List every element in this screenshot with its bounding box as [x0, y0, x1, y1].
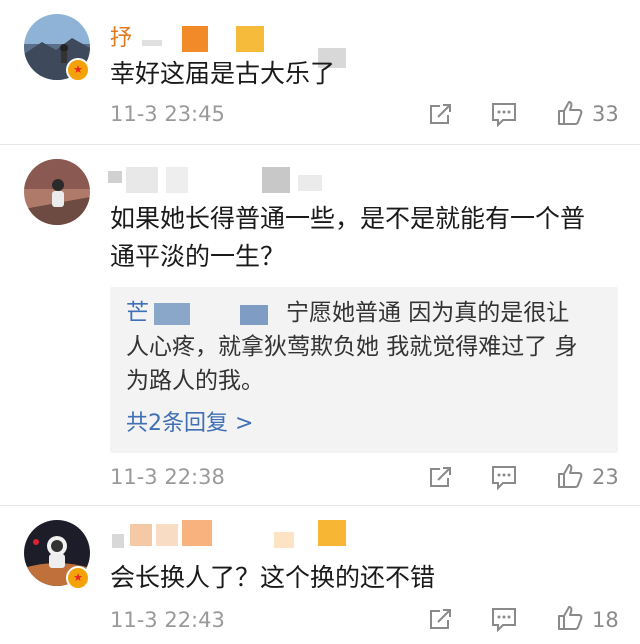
- username-mosaic: [156, 524, 178, 546]
- username-mosaic: [112, 534, 124, 548]
- username-mosaic: [298, 175, 322, 191]
- share-icon[interactable]: [428, 101, 454, 127]
- avatar-image: [24, 159, 90, 225]
- comment-time: 11-3 23:45: [110, 102, 225, 126]
- share-icon[interactable]: [428, 464, 454, 490]
- comment-icon[interactable]: [490, 606, 518, 632]
- reply-text-line-3: 为路人的我。: [126, 368, 264, 394]
- like-count: 23: [592, 465, 619, 489]
- thumbs-up-icon[interactable]: [556, 604, 584, 632]
- username-mosaic: [262, 167, 290, 193]
- view-replies-link[interactable]: 共2条回复 >: [126, 405, 253, 437]
- share-icon[interactable]: [428, 606, 454, 632]
- username-mosaic: [126, 167, 158, 193]
- reply-username-mosaic: [240, 305, 268, 325]
- verified-badge-icon: ★: [66, 566, 90, 590]
- like-count: 33: [592, 102, 619, 126]
- comment-3: ★ 会长换人了？这个换的还不错 11-3 22:43 18: [0, 506, 640, 644]
- username-mosaic: [274, 532, 294, 548]
- verified-badge-icon: ★: [66, 58, 90, 82]
- comment-1: ★ 抒 幸好这届是古大乐了 11-3 23:45 33: [0, 0, 640, 145]
- comment-icon[interactable]: [490, 464, 518, 490]
- comment-2: 如果她长得普通一些，是不是就能有一个普 通平淡的一生？ 芒 宁愿她普通 因为真的…: [0, 145, 640, 505]
- reply-username-mosaic: [154, 303, 190, 325]
- username[interactable]: 抒: [110, 20, 132, 52]
- comment-text: 幸好这届是古大乐了: [110, 59, 336, 88]
- username-mosaic: [182, 26, 208, 52]
- comment-text-line-1: 如果她长得普通一些，是不是就能有一个普: [110, 204, 586, 233]
- thumbs-up-icon[interactable]: [556, 462, 584, 490]
- reply-text-line-1: 宁愿她普通 因为真的是很让: [286, 300, 570, 326]
- comment-time: 11-3 22:43: [110, 608, 225, 632]
- like-count: 18: [592, 608, 619, 632]
- username-mosaic: [108, 171, 122, 183]
- reply-box[interactable]: 芒 宁愿她普通 因为真的是很让 人心疼，就拿狄莺欺负她 我就觉得难过了 身 为路…: [110, 287, 618, 453]
- comment-text-line-2: 通平淡的一生？: [110, 242, 286, 271]
- comment-text: 会长换人了？这个换的还不错: [110, 563, 436, 592]
- username-mosaic: [318, 520, 346, 546]
- username-mosaic: [142, 40, 162, 46]
- username-mosaic: [166, 167, 188, 193]
- username-mosaic: [236, 26, 264, 52]
- thumbs-up-icon[interactable]: [556, 99, 584, 127]
- reply-text-line-2: 人心疼，就拿狄莺欺负她 我就觉得难过了 身: [126, 334, 578, 360]
- comment-time: 11-3 22:38: [110, 465, 225, 489]
- avatar[interactable]: [24, 159, 90, 225]
- comment-icon[interactable]: [490, 101, 518, 127]
- reply-username[interactable]: 芒: [126, 295, 149, 331]
- username-mosaic: [130, 524, 152, 546]
- username-mosaic: [182, 520, 212, 546]
